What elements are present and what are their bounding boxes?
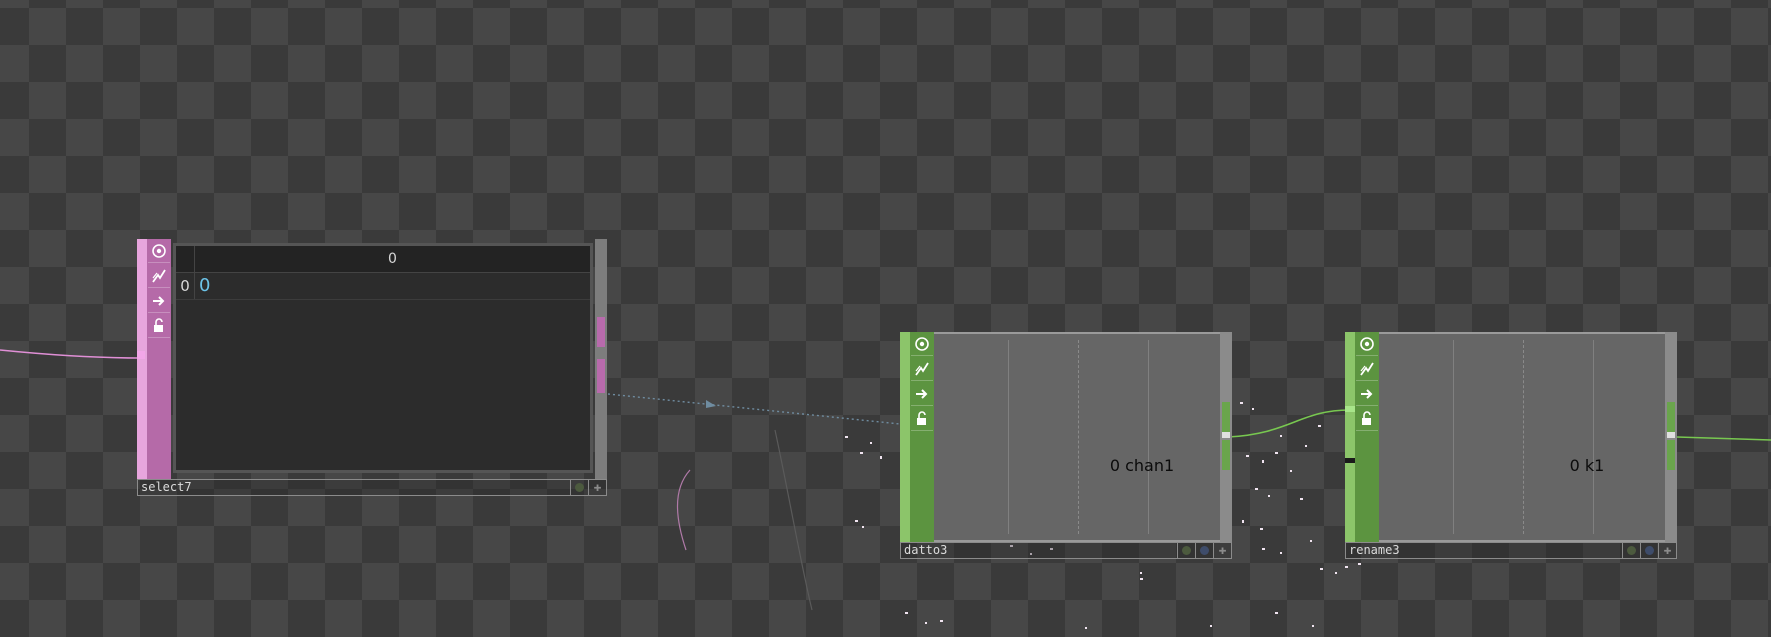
output-connector-strip [1220,332,1232,542]
viewer-toggle-icon[interactable] [911,333,933,356]
node-flag-strip [900,332,934,542]
lock-flag-icon[interactable] [148,315,170,338]
display-button[interactable] [1195,543,1213,558]
input-connector-bar[interactable] [137,239,147,479]
green-link-wire [1227,409,1351,438]
node-name: rename3 [1349,543,1400,557]
input-connector-bar[interactable] [900,332,910,542]
node-name-bar[interactable]: datto3 ✚ [900,542,1232,559]
node-flag-strip [137,239,171,479]
table-row: 0 0 [176,273,590,300]
faint-pink-trace [676,469,691,551]
add-icon[interactable]: ✚ [1658,543,1676,558]
cook-flag-icon[interactable] [911,358,933,381]
select7-node[interactable]: 0 0 0 select7 ✚ [137,239,607,496]
bypass-button[interactable] [1622,543,1640,558]
table-column-header: 0 [388,251,397,267]
viewer-toggle-icon[interactable] [148,240,170,263]
table-row-index: 0 [176,273,195,299]
table-header-row: 0 [176,246,590,273]
input-connector-bar[interactable] [1345,332,1355,542]
faint-wire [774,429,813,611]
lock-flag-icon[interactable] [911,408,933,431]
channel-label: 0 chan1 [1109,456,1175,475]
output-connector-strip [1665,332,1677,542]
bypass-button[interactable] [570,480,588,495]
output-connector-top[interactable] [1222,402,1230,432]
output-connector-top[interactable] [1667,402,1675,432]
channel-viewer: 0 k1 [1379,332,1665,542]
output-connector-bottom[interactable] [597,359,605,393]
output-marker [1667,432,1675,438]
datto3-node[interactable]: 0 chan1 datto3 ✚ [900,332,1232,560]
output-connector-top[interactable] [597,317,605,347]
channel-viewer: 0 chan1 [934,332,1220,542]
export-flag-icon[interactable] [911,383,933,406]
cook-flag-icon[interactable] [1356,358,1378,381]
rename3-node[interactable]: 0 k1 rename3 ✚ [1345,332,1677,560]
input-connector-secondary[interactable] [1345,458,1355,463]
node-name-bar[interactable]: rename3 ✚ [1345,542,1677,559]
viewer-toggle-icon[interactable] [1356,333,1378,356]
channel-label: 0 k1 [1569,456,1605,475]
export-flag-icon[interactable] [148,290,170,313]
green-output-wire [1676,436,1771,441]
cook-flag-icon[interactable] [148,265,170,288]
bypass-button[interactable] [1177,543,1195,558]
reference-arrow [706,400,716,408]
add-icon[interactable]: ✚ [588,480,606,495]
export-flag-icon[interactable] [1356,383,1378,406]
dotted-reference-wire [607,393,901,425]
output-connector-bottom[interactable] [1222,440,1230,470]
table-cell[interactable]: 0 [195,273,210,299]
lock-flag-icon[interactable] [1356,408,1378,431]
add-icon[interactable]: ✚ [1213,543,1231,558]
table-viewer: 0 0 0 [173,243,593,473]
node-name-bar[interactable]: select7 ✚ [137,479,607,496]
display-button[interactable] [1640,543,1658,558]
output-connector-strip [595,239,607,479]
node-name: select7 [141,480,192,494]
node-flag-strip [1345,332,1379,542]
output-marker [1222,432,1230,438]
input-connector[interactable] [137,351,145,359]
node-name: datto3 [904,543,948,557]
output-connector-bottom[interactable] [1667,440,1675,470]
pink-input-wire [0,349,140,359]
input-connector[interactable] [1345,406,1355,412]
